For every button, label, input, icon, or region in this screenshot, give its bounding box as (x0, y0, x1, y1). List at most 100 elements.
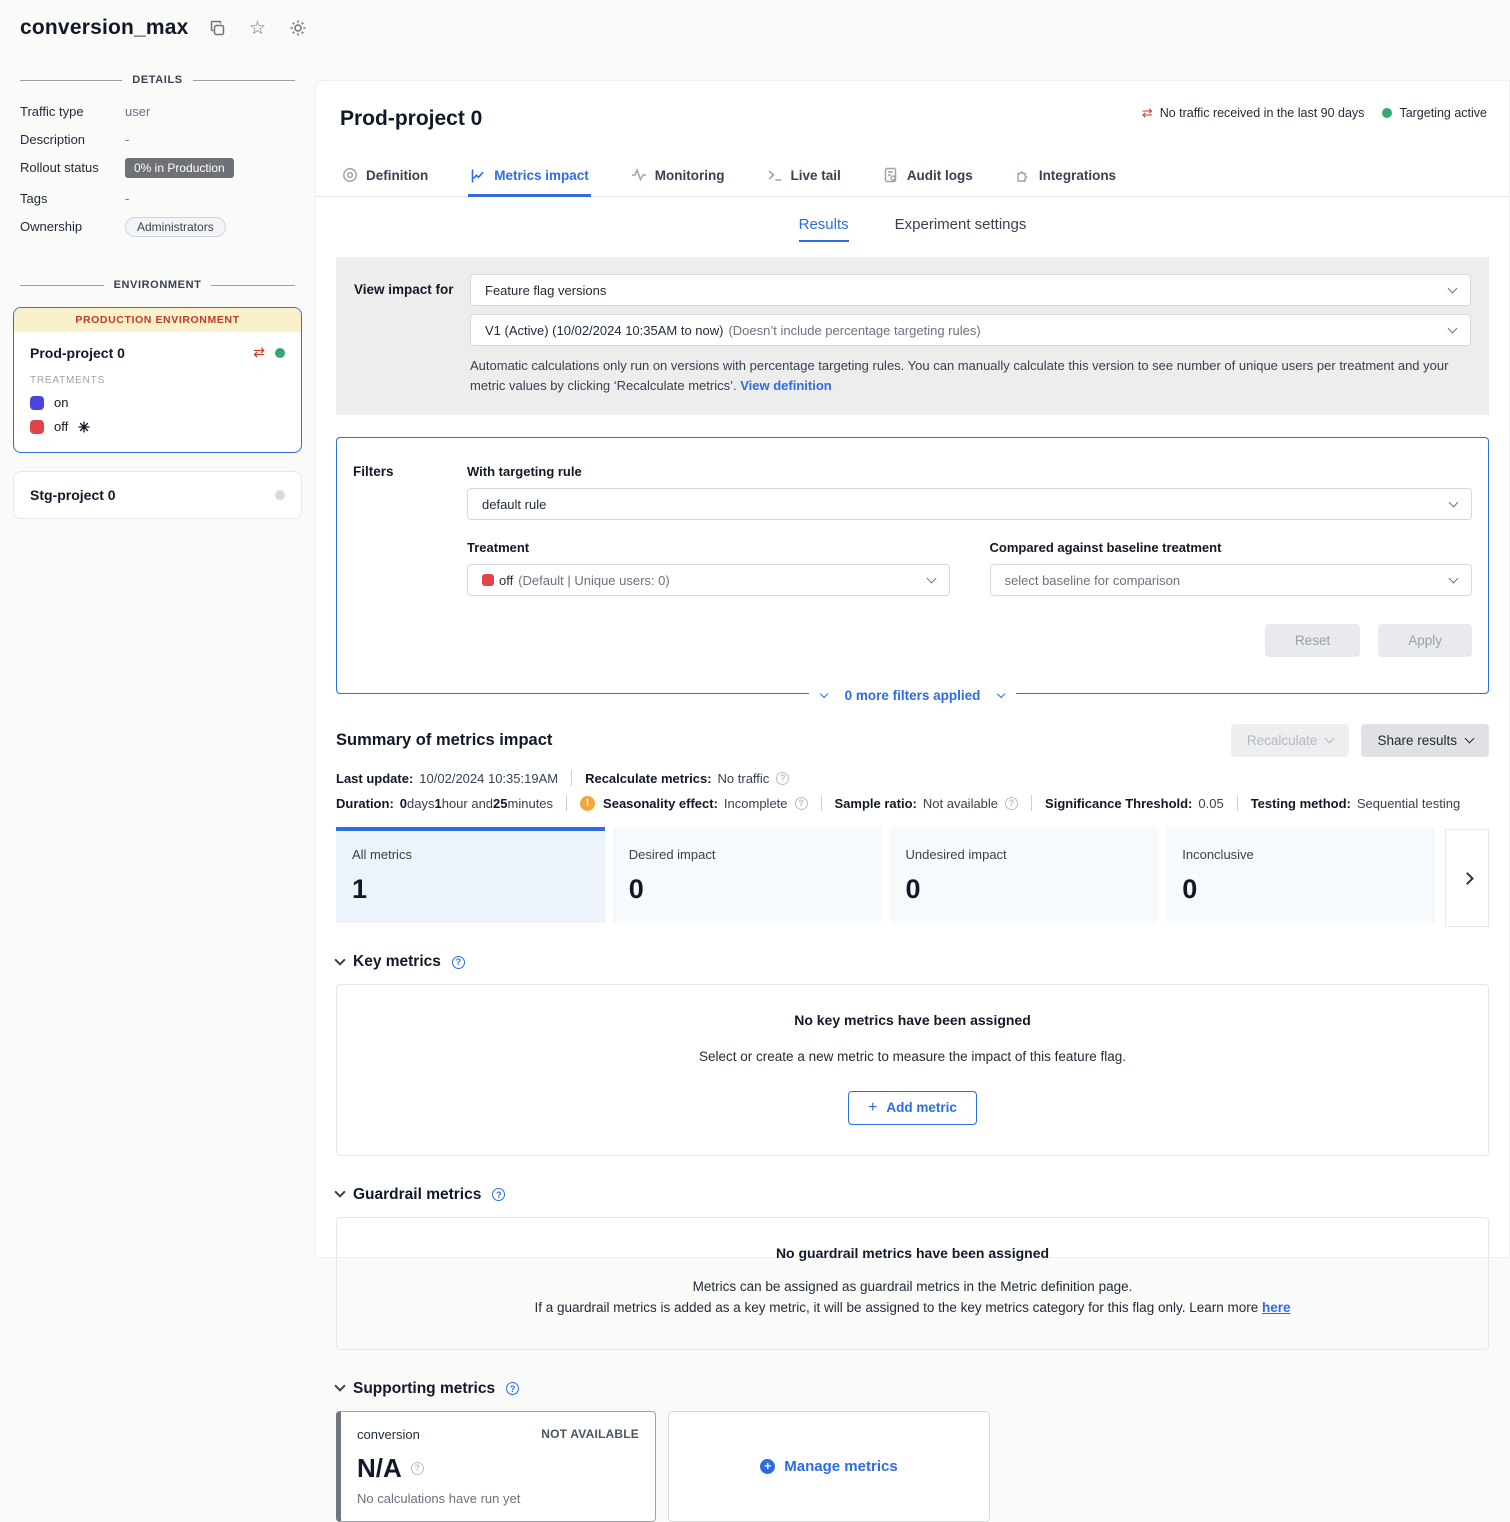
results-subtabs: Results Experiment settings (336, 216, 1489, 242)
summary-meta-line-1: Last update: 10/02/2024 10:35:19AM Recal… (336, 770, 1489, 786)
baseline-label: Compared against baseline treatment (990, 540, 1473, 555)
detail-label: Rollout status (20, 158, 125, 175)
pulse-icon (631, 167, 647, 183)
gear-icon[interactable] (287, 17, 309, 39)
plus-circle-icon: + (760, 1459, 775, 1474)
collapse-chevron-icon[interactable] (334, 954, 345, 965)
metric-summary-cards: All metrics 1 Desired impact 0 Undesired… (336, 827, 1489, 923)
learn-more-link[interactable]: here (1262, 1300, 1291, 1315)
supporting-metrics-title: Supporting metrics (353, 1380, 495, 1398)
card-undesired-impact[interactable]: Undesired impact 0 (890, 827, 1159, 923)
card-all-metrics[interactable]: All metrics 1 (336, 827, 605, 923)
key-metrics-empty-card: No key metrics have been assigned Select… (336, 984, 1489, 1156)
chevron-down-icon (1449, 573, 1459, 583)
warning-icon (580, 796, 595, 811)
help-icon[interactable] (506, 1382, 519, 1395)
subtab-experiment-settings[interactable]: Experiment settings (895, 216, 1027, 242)
detail-label: Tags (20, 189, 125, 206)
targeting-status: Targeting active (1382, 106, 1487, 120)
manage-metrics-card[interactable]: + Manage metrics (668, 1411, 990, 1522)
audit-logs-icon (883, 167, 899, 183)
tab-audit-logs[interactable]: Audit logs (881, 157, 975, 196)
production-environment-banner: PRODUCTION ENVIRONMENT (14, 308, 301, 332)
filters-section: Filters With targeting rule default rule… (336, 437, 1489, 694)
target-icon (342, 167, 358, 183)
next-cards-button[interactable] (1445, 829, 1489, 927)
treatment-dropdown[interactable]: off (Default | Unique users: 0) (467, 564, 950, 596)
conversion-metric-card[interactable]: conversion NOT AVAILABLE N/A No calculat… (336, 1411, 656, 1522)
guardrail-metrics-title: Guardrail metrics (353, 1186, 481, 1204)
question-icon[interactable] (1005, 797, 1018, 810)
guardrail-metrics-empty-card: No guardrail metrics have been assigned … (336, 1217, 1489, 1350)
plus-icon: + (868, 1100, 877, 1116)
reset-button[interactable]: Reset (1265, 624, 1360, 657)
tab-integrations[interactable]: Integrations (1013, 157, 1118, 196)
treatment-label: Treatment (467, 540, 950, 555)
detail-value: - (125, 130, 129, 147)
divider (1237, 795, 1238, 811)
treatment-on-swatch (30, 396, 44, 410)
question-icon[interactable] (795, 797, 808, 810)
add-metric-button[interactable]: + Add metric (848, 1091, 977, 1125)
details-heading: DETAILS (20, 74, 295, 86)
detail-description: Description - (20, 130, 295, 147)
tab-live-tail[interactable]: Live tail (765, 157, 843, 196)
production-environment-name: Prod-project 0 (30, 345, 253, 361)
chevron-down-icon (1448, 283, 1458, 293)
subtab-results[interactable]: Results (799, 216, 849, 242)
detail-label: Ownership (20, 217, 125, 234)
filters-label: Filters (353, 464, 467, 657)
card-desired-impact[interactable]: Desired impact 0 (613, 827, 882, 923)
treatment-off-swatch (482, 574, 494, 586)
tab-monitoring[interactable]: Monitoring (629, 157, 727, 196)
chevron-down-icon (1449, 497, 1459, 507)
divider (821, 795, 822, 811)
impact-type-dropdown[interactable]: Feature flag versions (470, 274, 1471, 306)
targeting-rule-label: With targeting rule (467, 464, 1472, 479)
question-icon[interactable] (776, 772, 789, 785)
flag-name: conversion_max (20, 16, 189, 40)
apply-button[interactable]: Apply (1378, 624, 1472, 657)
star-icon[interactable]: ☆ (247, 17, 269, 39)
copy-icon[interactable] (207, 17, 229, 39)
main-tabs: Definition Metrics impact Monitoring Liv… (316, 157, 1509, 197)
collapse-chevron-icon[interactable] (334, 1381, 345, 1392)
metric-name: conversion (357, 1427, 420, 1442)
divider (566, 795, 567, 811)
chevron-down-icon (1465, 734, 1475, 744)
ownership-badge[interactable]: Administrators (125, 217, 226, 237)
terminal-icon (767, 167, 783, 183)
summary-title: Summary of metrics impact (336, 731, 1231, 750)
help-icon[interactable] (452, 956, 465, 969)
question-icon[interactable] (411, 1462, 424, 1475)
tab-definition[interactable]: Definition (340, 157, 430, 196)
traffic-status: ⇄ No traffic received in the last 90 day… (1142, 105, 1365, 121)
more-filters-toggle[interactable]: 0 more filters applied (809, 688, 1017, 703)
staging-environment-card[interactable]: Stg-project 0 (13, 471, 302, 519)
flag-header: conversion_max ☆ (0, 0, 1510, 40)
treatments-label: TREATMENTS (30, 375, 285, 386)
puzzle-icon (1015, 167, 1031, 183)
chart-icon (470, 168, 486, 184)
help-icon[interactable] (492, 1188, 505, 1201)
detail-traffic-type: Traffic type user (20, 102, 295, 119)
targeting-rule-dropdown[interactable]: default rule (467, 488, 1472, 520)
view-definition-link[interactable]: View definition (740, 378, 832, 393)
divider (571, 770, 572, 786)
detail-value: user (125, 102, 150, 119)
version-dropdown[interactable]: V1 (Active) (10/02/2024 10:35AM to now) … (470, 314, 1471, 346)
tab-metrics-impact[interactable]: Metrics impact (468, 157, 591, 197)
production-environment-card[interactable]: PRODUCTION ENVIRONMENT Prod-project 0 ⇄ … (13, 307, 302, 453)
recalculate-button[interactable]: Recalculate (1231, 724, 1350, 757)
default-treatment-asterisk-icon (78, 421, 90, 433)
baseline-dropdown[interactable]: select baseline for comparison (990, 564, 1473, 596)
staging-environment-name: Stg-project 0 (30, 487, 275, 503)
card-inconclusive[interactable]: Inconclusive 0 (1166, 827, 1435, 923)
view-impact-section: View impact for Feature flag versions V1… (336, 257, 1489, 415)
environment-active-dot (275, 348, 285, 358)
manage-metrics-link[interactable]: + Manage metrics (760, 1458, 897, 1475)
share-results-button[interactable]: Share results (1361, 724, 1489, 757)
chevron-down-icon (819, 689, 827, 697)
collapse-chevron-icon[interactable] (334, 1187, 345, 1198)
detail-label: Traffic type (20, 102, 125, 119)
